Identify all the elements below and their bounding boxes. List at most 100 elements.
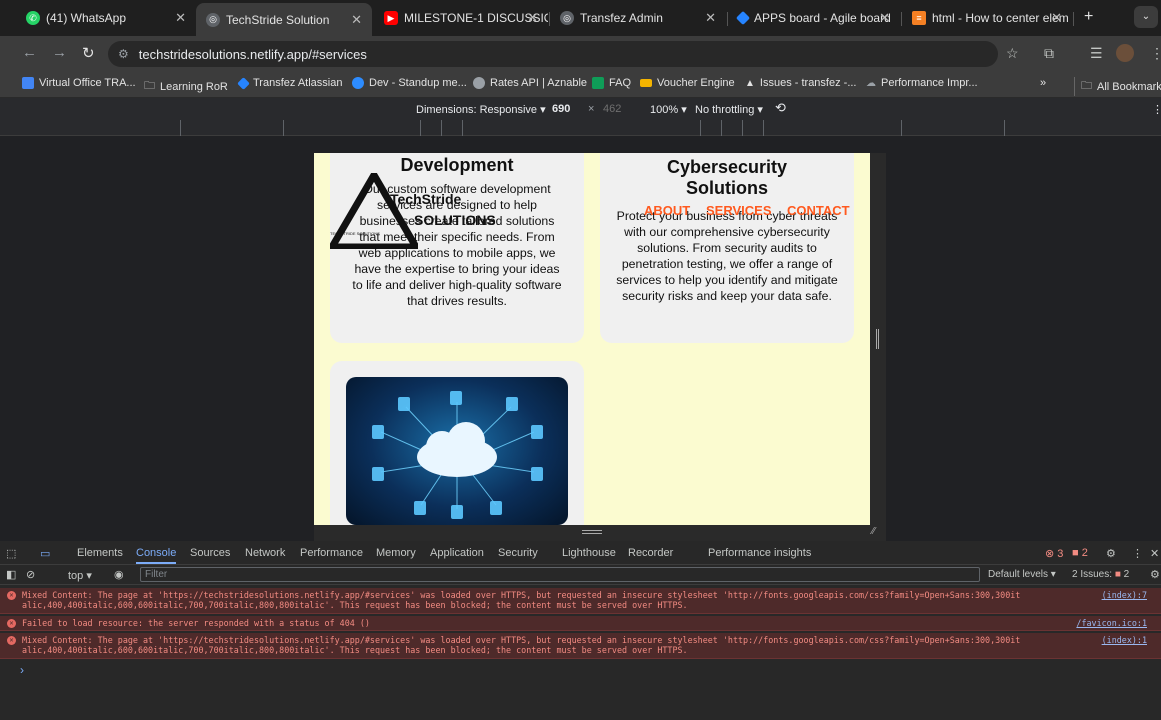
bookmark-label: Virtual Office TRA... <box>39 77 136 89</box>
devtools-panel: ⬚ ▭ Elements Console Sources Network Per… <box>0 541 1161 720</box>
width-input[interactable]: 690 <box>552 103 570 115</box>
nav-contact-link[interactable]: CONTACT <box>787 203 850 218</box>
error-count-badge[interactable]: ⊗ 3 <box>1045 547 1063 560</box>
tab-performance[interactable]: Performance <box>300 547 363 559</box>
tab-security[interactable]: Security <box>498 547 538 559</box>
settings-gear-icon[interactable]: ⚙ <box>1106 547 1116 560</box>
tab-performance-insights[interactable]: Performance insights <box>708 547 811 559</box>
bookmark-star-icon[interactable]: ☆ <box>1006 45 1019 62</box>
slides-icon <box>640 79 652 87</box>
tab-milestone[interactable]: ▶ MILESTONE-1 DISCUSSIO ✕ <box>374 4 548 32</box>
issues-link[interactable]: 2 Issues: ■ 2 <box>1072 569 1129 580</box>
globe-icon: ◎ <box>560 11 574 25</box>
sidebar-toggle-icon[interactable]: ◧ <box>6 568 16 581</box>
address-bar[interactable]: ⚙ techstridesolutions.netlify.app/#servi… <box>108 41 998 67</box>
forward-arrow-icon[interactable]: → <box>52 44 67 61</box>
bookmark-label: Performance Impr... <box>881 77 978 89</box>
issues-badge: 2 <box>1123 569 1130 580</box>
card-title: Cybersecurity Solutions <box>666 157 788 198</box>
extensions-icon[interactable]: ⧉ <box>1044 45 1054 62</box>
throttle-select[interactable]: No throttling ▾ <box>695 103 763 116</box>
bookmark-transfez-atlassian[interactable]: Transfez Atlassian <box>237 76 342 90</box>
message-source-link[interactable]: (index):7 <box>1102 590 1147 600</box>
tab-techstride[interactable]: ◎ TechStride Solution ✕ <box>196 3 372 36</box>
tab-memory[interactable]: Memory <box>376 547 416 559</box>
cloud-network-image <box>346 377 568 525</box>
bookmark-label: Rates API | Aznable <box>490 77 588 89</box>
tab-console[interactable]: Console <box>136 547 177 564</box>
logo-triangle-icon <box>330 173 418 249</box>
url-text: techstridesolutions.netlify.app/#service… <box>138 46 367 62</box>
browser-toolbar: ← → ↻ ⚙ techstridesolutions.netlify.app/… <box>0 36 1161 70</box>
issue-count-badge[interactable]: ■ 2 <box>1072 547 1088 559</box>
eye-icon[interactable]: ◉ <box>114 568 124 581</box>
globe-icon <box>473 77 485 89</box>
message-source-link[interactable]: /favicon.ico:1 <box>1076 618 1147 628</box>
rotate-icon[interactable]: ⟲ <box>775 100 786 116</box>
console-prompt[interactable]: › <box>20 663 24 677</box>
close-icon[interactable]: ✕ <box>1051 10 1062 26</box>
tab-sources[interactable]: Sources <box>190 547 230 559</box>
bookmark-performance[interactable]: ☁ Performance Impr... <box>866 77 978 89</box>
bookmarks-overflow-button[interactable]: » <box>1040 77 1046 89</box>
tab-recorder[interactable]: Recorder <box>628 547 673 559</box>
bookmark-label: FAQ <box>609 77 632 89</box>
bookmark-faq[interactable]: FAQ <box>592 77 631 89</box>
close-icon[interactable]: ✕ <box>705 10 716 26</box>
zoom-select[interactable]: 100% ▾ <box>650 103 687 116</box>
kebab-menu-icon[interactable]: ⋮ <box>1152 103 1161 116</box>
device-resize-handle-bottom[interactable]: ⁄⁄ <box>314 525 886 541</box>
nav-services-link[interactable]: SERVICES <box>706 203 772 218</box>
tab-apps-board[interactable]: APPS board - Agile board ✕ <box>728 4 900 32</box>
inspect-element-icon[interactable]: ⬚ <box>6 547 16 560</box>
device-resize-handle-right[interactable] <box>870 153 886 525</box>
clear-console-icon[interactable]: ⊘ <box>26 568 35 581</box>
back-arrow-icon[interactable]: ← <box>22 44 37 61</box>
close-icon[interactable]: ✕ <box>175 10 186 26</box>
tab-application[interactable]: Application <box>430 547 484 559</box>
context-select[interactable]: top ▾ <box>68 569 92 582</box>
avatar[interactable] <box>1116 44 1134 62</box>
tab-whatsapp[interactable]: ✆ (41) WhatsApp ✕ <box>16 4 196 32</box>
device-toggle-icon[interactable]: ▭ <box>40 547 50 560</box>
log-levels-select[interactable]: Default levels ▾ <box>988 569 1056 580</box>
reload-icon[interactable]: ↻ <box>82 44 95 62</box>
bookmark-learning-ror[interactable]: 🗀 Learning RoR <box>144 77 228 96</box>
bookmark-icon <box>22 77 34 89</box>
logo-text-line1: TechStride <box>390 191 462 207</box>
tab-search-chevron-icon[interactable]: ⌄ <box>1134 6 1158 28</box>
close-icon[interactable]: ✕ <box>1150 547 1159 560</box>
console-filter-input[interactable]: Filter <box>140 567 980 582</box>
all-bookmarks-button[interactable]: 🗀 All Bookmarks <box>1074 77 1161 96</box>
close-icon[interactable]: ✕ <box>879 10 890 26</box>
bookmark-virtual-office[interactable]: Virtual Office TRA... <box>22 77 136 89</box>
tab-transfez-admin[interactable]: ◎ Transfez Admin ✕ <box>550 4 726 32</box>
height-input[interactable]: 462 <box>603 103 621 115</box>
kebab-menu-icon[interactable]: ⋮ <box>1150 45 1161 62</box>
message-source-link[interactable]: (index):1 <box>1102 635 1147 645</box>
logo-text-line2: SOLUTIONS <box>414 212 496 228</box>
error-count: 3 <box>1057 548 1064 560</box>
card-text: Protect your business from cyber threats… <box>616 209 838 303</box>
message-text: Mixed Content: The page at 'https://tech… <box>22 590 1021 610</box>
device-viewport: Development Our custom software developm… <box>314 153 870 525</box>
settings-gear-icon[interactable]: ⚙ <box>1150 568 1160 581</box>
tab-label: (41) WhatsApp <box>46 11 127 25</box>
bookmark-dev-standup[interactable]: Dev - Standup me... <box>352 77 467 89</box>
tab-elements[interactable]: Elements <box>77 547 123 559</box>
bookmark-issues-transfez[interactable]: ▲ Issues - transfez -... <box>745 77 857 89</box>
media-query-ruler <box>0 120 1161 136</box>
bookmark-voucher-engine[interactable]: Voucher Engine <box>640 77 735 89</box>
tab-lighthouse[interactable]: Lighthouse <box>562 547 616 559</box>
bookmark-rates-api[interactable]: Rates API | Aznable <box>473 77 587 89</box>
kebab-menu-icon[interactable]: ⋮ <box>1132 547 1143 560</box>
tab-network[interactable]: Network <box>245 547 285 559</box>
site-info-icon[interactable]: ⚙ <box>118 47 129 61</box>
tab-stackoverflow[interactable]: ≡ html - How to center elem ✕ <box>902 4 1072 32</box>
nav-about-link[interactable]: ABOUT <box>644 203 690 218</box>
close-icon[interactable]: ✕ <box>527 10 538 26</box>
dimensions-select[interactable]: Dimensions: Responsive ▾ <box>416 103 546 116</box>
new-tab-icon[interactable]: + <box>1084 8 1093 26</box>
reading-list-icon[interactable]: ☰ <box>1090 45 1103 62</box>
close-icon[interactable]: ✕ <box>351 12 362 28</box>
